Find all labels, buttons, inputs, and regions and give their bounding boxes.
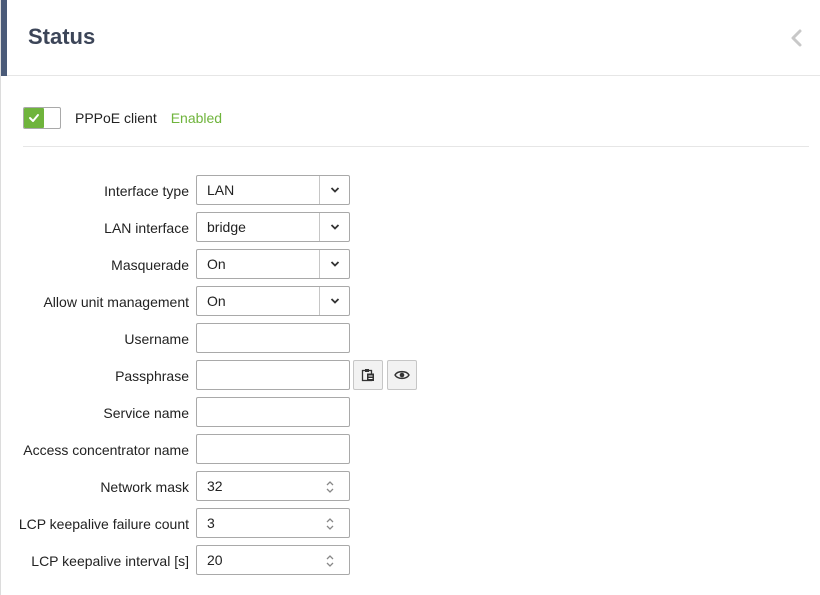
spinner-arrows-icon[interactable] <box>323 477 337 495</box>
pppoe-enable-toggle[interactable] <box>23 107 61 129</box>
clipboard-icon <box>361 369 374 382</box>
interface-type-value: LAN <box>207 182 235 198</box>
allow-unit-management-select[interactable]: On <box>196 286 350 316</box>
masquerade-row: Masquerade On <box>1 249 820 286</box>
pppoe-settings-form: Interface type LAN LAN interface bridge … <box>1 175 820 582</box>
allow-unit-management-label: Allow unit management <box>43 294 189 310</box>
header-accent-bar <box>1 0 7 76</box>
access-concentrator-name-label: Access concentrator name <box>23 442 189 458</box>
service-name-input[interactable] <box>196 397 350 427</box>
spinner-arrows-icon[interactable] <box>323 514 337 532</box>
lan-interface-label: LAN interface <box>104 220 189 236</box>
check-icon <box>29 114 39 122</box>
lan-interface-value: bridge <box>207 219 246 235</box>
chevron-down-icon[interactable] <box>319 176 349 204</box>
chevron-down-icon[interactable] <box>319 287 349 315</box>
interface-type-select[interactable]: LAN <box>196 175 350 205</box>
passphrase-label: Passphrase <box>115 368 189 384</box>
paste-passphrase-button[interactable] <box>353 360 383 390</box>
interface-type-label: Interface type <box>104 183 189 199</box>
eye-icon <box>394 370 410 380</box>
lcp-interval-label: LCP keepalive interval [s] <box>31 553 189 569</box>
chevron-down-icon[interactable] <box>319 213 349 241</box>
lan-interface-select[interactable]: bridge <box>196 212 350 242</box>
lcp-failure-count-value: 3 <box>207 515 215 531</box>
spinner-arrows-icon[interactable] <box>323 551 337 569</box>
allow-unit-management-value: On <box>207 293 226 309</box>
username-label: Username <box>124 331 189 347</box>
interface-type-row: Interface type LAN <box>1 175 820 212</box>
toggle-on-segment <box>24 108 44 128</box>
lcp-interval-value: 20 <box>207 552 223 568</box>
network-mask-value: 32 <box>207 478 223 494</box>
pppoe-status-text: Enabled <box>170 110 223 126</box>
lcp-failure-count-input[interactable]: 3 <box>196 508 350 538</box>
masquerade-value: On <box>207 256 226 272</box>
settings-panel: Status PPPoE client Enabled Interface ty… <box>0 0 820 595</box>
masquerade-select[interactable]: On <box>196 249 350 279</box>
passphrase-input[interactable] <box>196 360 350 390</box>
lcp-failure-count-label: LCP keepalive failure count <box>18 516 189 532</box>
chevron-down-icon[interactable] <box>319 250 349 278</box>
username-row: Username <box>1 323 820 360</box>
network-mask-row: Network mask 32 <box>1 471 820 508</box>
panel-header: Status <box>1 0 820 76</box>
show-passphrase-button[interactable] <box>387 360 417 390</box>
access-concentrator-name-row: Access concentrator name <box>1 434 820 471</box>
masquerade-label: Masquerade <box>111 257 189 273</box>
network-mask-label: Network mask <box>100 479 189 495</box>
service-name-label: Service name <box>103 405 189 421</box>
service-name-row: Service name <box>1 397 820 434</box>
passphrase-row: Passphrase <box>1 360 820 397</box>
page-title: Status <box>28 24 96 49</box>
lcp-failure-count-row: LCP keepalive failure count 3 <box>1 508 820 545</box>
lan-interface-row: LAN interface bridge <box>1 212 820 249</box>
access-concentrator-name-input[interactable] <box>196 434 350 464</box>
pppoe-client-label: PPPoE client <box>75 110 157 126</box>
pppoe-toggle-row: PPPoE client Enabled <box>23 106 222 130</box>
username-input[interactable] <box>196 323 350 353</box>
network-mask-input[interactable]: 32 <box>196 471 350 501</box>
chevron-left-icon[interactable] <box>787 26 807 50</box>
allow-unit-management-row: Allow unit management On <box>1 286 820 323</box>
lcp-interval-row: LCP keepalive interval [s] 20 <box>1 545 820 582</box>
section-divider <box>23 146 809 147</box>
lcp-interval-input[interactable]: 20 <box>196 545 350 575</box>
